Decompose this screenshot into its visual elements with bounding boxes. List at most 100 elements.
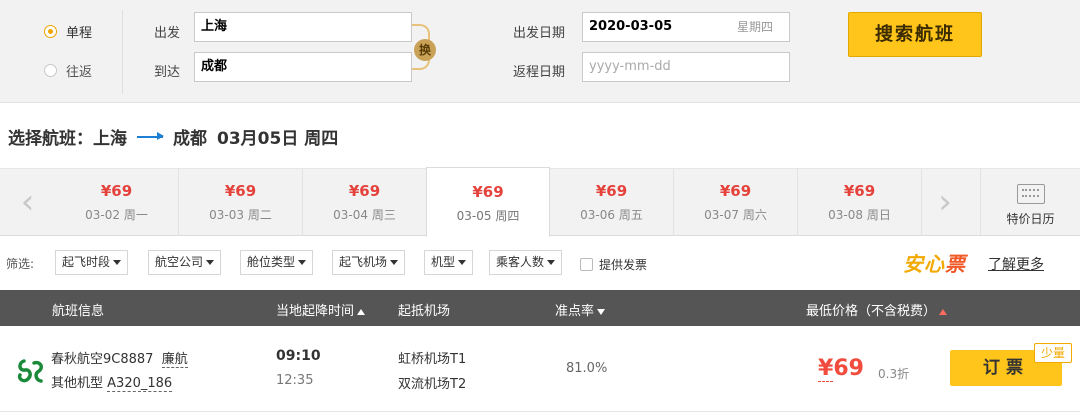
return-date-placeholder: yyyy-mm-dd xyxy=(589,59,671,74)
filter-bar: 筛选: 起飞时段 航空公司 舱位类型 起飞机场 机型 乘客人数 提供发票 安心票… xyxy=(0,248,1080,278)
date-label: 03-02 周一 xyxy=(85,208,148,222)
date-cell[interactable]: ¥69 03-03 周二 xyxy=(179,169,303,236)
filter-text: 乘客人数 xyxy=(496,255,545,269)
heading-from: 上海 xyxy=(93,129,127,149)
invoice-checkbox[interactable]: 提供发票 xyxy=(580,256,647,273)
filter-label: 筛选: xyxy=(6,257,35,271)
special-price-calendar[interactable]: 特价日历 xyxy=(980,169,1080,235)
radio-checked-icon[interactable] xyxy=(44,25,57,38)
filter-text: 舱位类型 xyxy=(247,255,296,269)
caret-down-icon xyxy=(390,260,399,265)
date-cell-selected[interactable]: ¥69 03-05 周四 xyxy=(426,167,550,237)
depart-date-input[interactable]: 2020-03-05 星期四 xyxy=(582,12,790,42)
depart-city-input[interactable]: 上海 xyxy=(194,12,412,42)
depart-date-value: 2020-03-05 xyxy=(589,19,673,34)
prev-dates-chevron-icon[interactable]: ‹ xyxy=(0,169,55,235)
date-cell[interactable]: ¥69 03-08 周日 xyxy=(798,169,922,236)
filter-text: 航空公司 xyxy=(155,255,204,269)
date-label: 03-05 周四 xyxy=(456,209,520,223)
filter-text: 起飞机场 xyxy=(339,255,388,269)
low-cost-tag[interactable]: 廉航 xyxy=(161,352,188,368)
date-strip: ‹ ¥69 03-02 周一 ¥69 03-03 周二 ¥69 03-04 周三… xyxy=(0,167,1080,237)
sort-down-icon xyxy=(597,308,606,315)
lowest-price: ¥69 xyxy=(818,356,864,382)
heading-date: 03月05日 周四 xyxy=(217,129,339,149)
depart-date-label: 出发日期 xyxy=(513,26,566,41)
caret-down-icon xyxy=(206,260,215,265)
filter-airline[interactable]: 航空公司 xyxy=(148,250,222,275)
heading-to: 成都 xyxy=(173,129,207,149)
col-price-label: 最低价格（不含税费） xyxy=(806,304,937,319)
sort-up-icon xyxy=(357,308,366,315)
filter-text: 机型 xyxy=(431,255,456,269)
airline-flight: 春秋航空9C8887 xyxy=(51,352,154,367)
ontime-rate: 81.0% xyxy=(566,361,608,376)
date-label: 03-06 周五 xyxy=(580,208,643,222)
round-trip-option[interactable]: 往返 xyxy=(44,61,92,80)
date-label: 03-04 周三 xyxy=(333,208,396,222)
arrival-airport: 双流机场T2 xyxy=(398,377,467,392)
arrow-right-icon xyxy=(137,131,164,140)
next-dates-chevron-icon[interactable]: › xyxy=(920,169,970,235)
aircraft-type[interactable]: A320_186 xyxy=(107,376,173,392)
col-airports: 起抵机场 xyxy=(398,304,451,319)
aircraft-info: 其他机型 A320_186 xyxy=(51,372,173,392)
departure-time: 09:10 xyxy=(276,348,321,364)
col-ontime-label: 准点率 xyxy=(555,304,595,319)
col-times-label: 当地起降时间 xyxy=(276,304,355,319)
col-times[interactable]: 当地起降时间 xyxy=(276,300,366,319)
checkbox-icon[interactable] xyxy=(580,258,593,271)
filter-departure-airport[interactable]: 起飞机场 xyxy=(332,250,406,275)
caret-down-icon xyxy=(298,260,307,265)
one-way-option[interactable]: 单程 xyxy=(44,22,92,41)
learn-more-link[interactable]: 了解更多 xyxy=(988,254,1044,274)
arrival-time: 12:35 xyxy=(276,373,314,388)
route-heading: 选择航班： 上海 成都 03月05日 周四 xyxy=(8,124,338,149)
depart-label: 出发 xyxy=(154,26,181,41)
date-price: ¥69 xyxy=(348,182,381,200)
filter-text: 起飞时段 xyxy=(62,255,111,269)
search-panel: 单程 往返 出发 上海 到达 成都 换 出发日期 2020-03-05 星期四 … xyxy=(0,0,1080,103)
date-cell[interactable]: ¥69 03-04 周三 xyxy=(303,169,427,236)
col-price[interactable]: 最低价格（不含税费） xyxy=(806,300,948,319)
results-table-header: 航班信息 当地起降时间 起抵机场 准点率 最低价格（不含税费） xyxy=(0,290,1080,326)
date-cell[interactable]: ¥69 03-07 周六 xyxy=(674,169,798,236)
aircraft-prefix: 其他机型 xyxy=(51,376,104,391)
discount-rate: 0.3折 xyxy=(878,367,910,381)
date-label: 03-03 周二 xyxy=(209,208,272,222)
arrive-label: 到达 xyxy=(154,65,181,80)
search-flights-button[interactable]: 搜索航班 xyxy=(848,12,982,57)
price-symbol: ¥ xyxy=(818,356,834,382)
date-price: ¥69 xyxy=(472,183,504,201)
filter-passengers[interactable]: 乘客人数 xyxy=(489,250,563,275)
low-stock-badge: 少量 xyxy=(1034,343,1072,363)
filter-departure-time[interactable]: 起飞时段 xyxy=(55,250,129,275)
date-label: 03-07 周六 xyxy=(704,208,767,222)
date-label: 03-08 周日 xyxy=(828,208,891,222)
price-value: 69 xyxy=(833,356,864,381)
col-ontime[interactable]: 准点率 xyxy=(555,300,606,319)
anxin-text-highlight: 票 xyxy=(945,252,966,276)
heading-prefix: 选择航班： xyxy=(8,129,93,149)
date-cell[interactable]: ¥69 03-02 周一 xyxy=(55,169,179,236)
date-price: ¥69 xyxy=(843,182,876,200)
date-price: ¥69 xyxy=(100,182,133,200)
date-price: ¥69 xyxy=(595,182,628,200)
return-date-input[interactable]: yyyy-mm-dd xyxy=(582,52,790,82)
arrive-city-input[interactable]: 成都 xyxy=(194,52,412,82)
radio-unchecked-icon[interactable] xyxy=(44,64,57,77)
flight-row: 春秋航空9C8887 廉航 其他机型 A320_186 09:10 12:35 … xyxy=(0,326,1080,412)
caret-down-icon xyxy=(113,260,122,265)
filter-cabin-class[interactable]: 舱位类型 xyxy=(240,250,314,275)
filter-aircraft[interactable]: 机型 xyxy=(424,250,474,275)
round-trip-label: 往返 xyxy=(66,65,93,80)
swap-cities-button[interactable]: 换 xyxy=(414,39,436,61)
caret-down-icon xyxy=(458,260,467,265)
caret-down-icon xyxy=(547,260,556,265)
depart-weekday: 星期四 xyxy=(737,20,774,34)
one-way-label: 单程 xyxy=(66,26,93,41)
date-price: ¥69 xyxy=(719,182,752,200)
date-cell[interactable]: ¥69 03-06 周五 xyxy=(550,169,674,236)
date-price: ¥69 xyxy=(224,182,257,200)
sort-up-icon xyxy=(939,308,948,315)
